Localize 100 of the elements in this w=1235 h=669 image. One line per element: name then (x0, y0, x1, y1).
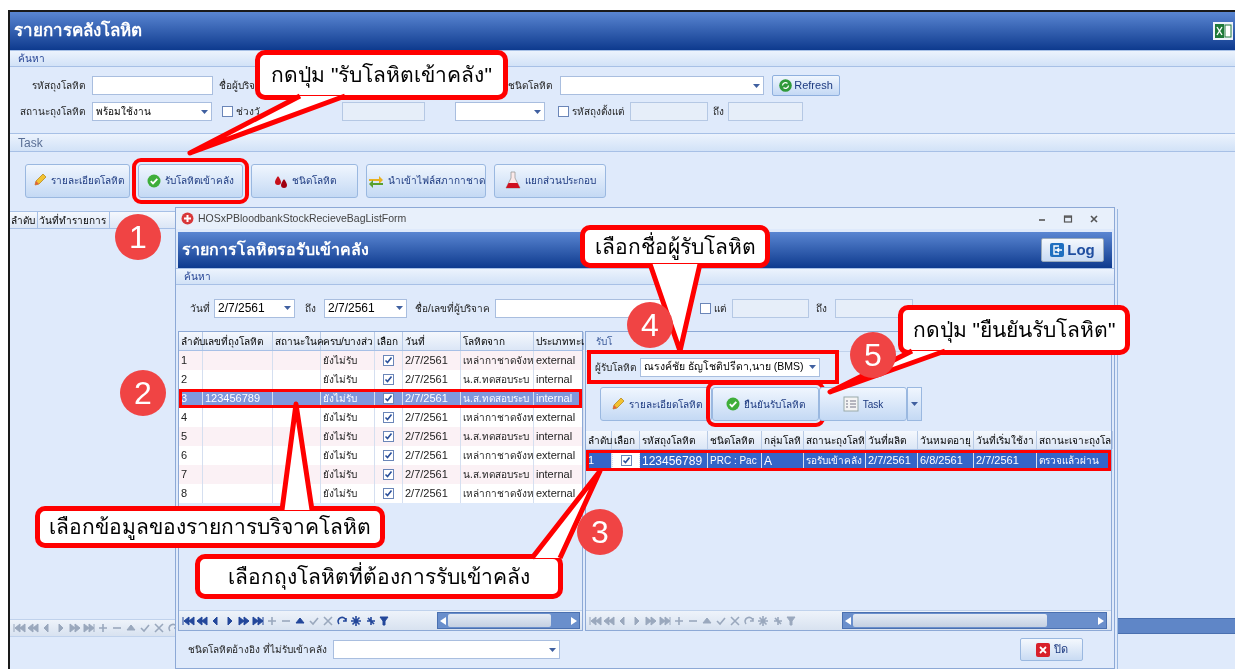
dropdown-field[interactable] (560, 76, 764, 95)
column-header[interactable]: ชนิดโลหิต (708, 431, 762, 449)
checkbox[interactable] (383, 393, 394, 404)
maximize-icon[interactable] (1063, 213, 1073, 224)
dropdown-field[interactable]: 2/7/2561 (214, 298, 295, 318)
left-arrow-icon (440, 616, 446, 625)
table-cell: 123456789 (640, 450, 708, 471)
checkbox[interactable] (383, 488, 394, 499)
column-header[interactable]: สถานะเจาะถุงโล (1037, 431, 1113, 449)
table-row[interactable]: 7 ยังไม่รับ 2/7/2561 น.ส.ทดสอบระบ internal (179, 465, 582, 484)
text-field[interactable] (342, 102, 425, 121)
checkbox[interactable] (383, 450, 394, 461)
text-field[interactable] (834, 298, 913, 318)
dialog-title: รายการโลหิตรอรับเข้าคลัง (182, 239, 369, 260)
swap-arrows-icon (367, 173, 384, 188)
checkbox[interactable] (383, 469, 394, 480)
table-cell: 8 (179, 484, 203, 503)
column-header[interactable]: เลือก (612, 431, 640, 449)
table-cell: 6/8/2561 (918, 450, 974, 471)
dropdown-field[interactable]: 2/7/2561 (324, 298, 407, 318)
column-header[interactable]: วันที่ทำรายการ (38, 212, 110, 228)
caret-icon (284, 306, 291, 310)
checkbox[interactable] (383, 355, 394, 366)
column-header[interactable]: สถานะในค (273, 332, 321, 350)
field-label: ช่วงวั (236, 105, 260, 119)
text-field[interactable] (630, 102, 708, 121)
field-label: แต่ (713, 301, 726, 316)
column-header[interactable]: วันที่ (403, 332, 461, 350)
scrollbar-thumb[interactable] (448, 614, 551, 627)
pencil-icon (31, 173, 47, 188)
table-row[interactable]: 5 ยังไม่รับ 2/7/2561 น.ส.ทดสอบระบ internal (179, 427, 582, 446)
checkbox[interactable] (222, 106, 233, 117)
table-cell: PRC : Pac (708, 450, 762, 471)
dropdown-field[interactable]: ณรงค์ชัย ธัญโชติปรีดา,นาย (BMS) (640, 357, 820, 377)
field-label: ผู้รับโลหิต (595, 360, 636, 375)
caret-icon (753, 83, 760, 88)
dropdown-field[interactable] (455, 102, 545, 121)
app-icon (181, 212, 194, 225)
check-circle-icon (726, 397, 740, 411)
field-label: วันที่ (190, 300, 210, 316)
action-button[interactable]: รายละเอียดโลหิต (600, 387, 712, 421)
close-button[interactable]: ปิด (1020, 638, 1083, 661)
task-button[interactable]: ชนิดโลหิต (251, 163, 358, 198)
right-arrow-icon (1098, 616, 1104, 625)
table-row[interactable]: 2 ยังไม่รับ 2/7/2561 น.ส.ทดสอบระบ internal (179, 370, 582, 389)
action-button[interactable]: Task (819, 387, 907, 421)
dropdown-button[interactable] (907, 387, 922, 421)
close-icon[interactable] (1089, 213, 1099, 224)
refresh-icon (779, 79, 793, 92)
checkbox[interactable] (383, 412, 394, 423)
column-header[interactable]: เลือก (375, 332, 403, 350)
column-header[interactable]: ประเภททะเ (534, 332, 584, 350)
column-header[interactable]: ลำดับ (586, 431, 612, 449)
refresh-button[interactable]: Refresh (772, 75, 840, 96)
text-field[interactable] (731, 298, 809, 318)
checkbox[interactable] (699, 302, 711, 314)
table-row[interactable]: 1 123456789 PRC : Pac A รอรับเข้าคลัง 2/7/2561 6/8/2561 2/7/2561 ตรวจแล้วผ่าน (586, 450, 1111, 471)
task-button[interactable]: รายละเอียดโลหิต (25, 163, 130, 198)
column-header[interactable]: วันที่เริ่มใช้งา (974, 431, 1037, 449)
section-title: ค้นหา (184, 270, 211, 284)
table-cell: รอรับเข้าคลัง (804, 450, 866, 471)
caret-icon (911, 402, 918, 406)
excel-icon[interactable] (1213, 22, 1233, 40)
field-label: ชื่อ/เลขที่ผู้บริจาค (415, 300, 490, 316)
column-header[interactable]: วันหมดอายุ (918, 431, 974, 449)
checkbox[interactable] (383, 431, 394, 442)
column-header[interactable]: เลขที่ถุงโลหิต (203, 332, 273, 350)
right-arrow-icon (571, 616, 577, 625)
checkbox[interactable] (558, 106, 569, 117)
table-cell: 2/7/2561 (866, 450, 918, 471)
text-field[interactable] (728, 102, 803, 121)
scrollbar-thumb[interactable] (853, 614, 1048, 627)
callout-note: เลือกชื่อผู้รับโลหิต (580, 225, 770, 268)
section-title: ค้นหา (18, 52, 45, 66)
column-header[interactable]: ลำดับ (10, 212, 38, 228)
column-header[interactable]: รหัสถุงโลหิต (640, 431, 708, 449)
exit-icon (1050, 243, 1065, 257)
log-button[interactable]: Log (1041, 238, 1104, 262)
text-field[interactable] (92, 76, 213, 95)
dropdown-field[interactable]: พร้อมใช้งาน (92, 102, 212, 121)
field-label: รหัสถุงโลหิต (31, 79, 85, 93)
column-header[interactable]: โลหิตจาก (461, 332, 534, 350)
task-button[interactable]: นำเข้าไฟล์สภากาชาด (366, 163, 486, 198)
horizontal-scrollbar[interactable] (1118, 618, 1235, 634)
task-button[interactable]: แยกส่วนประกอบ (494, 163, 606, 198)
section-title: Task (18, 134, 43, 152)
table-row[interactable]: 1 ยังไม่รับ 2/7/2561 เหล่ากาชาดจังห external (179, 351, 582, 370)
window-title: HOSxPBloodbankStockRecieveBagListForm (198, 210, 407, 226)
flask-icon (504, 170, 521, 191)
horizontal-scrollbar[interactable] (437, 612, 580, 629)
checkbox[interactable] (383, 374, 394, 385)
table-cell: A (762, 450, 804, 471)
column-header[interactable]: วันที่ผลิต (866, 431, 918, 449)
column-header[interactable]: สถานะถุงโลหิ (804, 431, 866, 449)
horizontal-scrollbar[interactable] (842, 612, 1107, 629)
column-header[interactable]: กลุ่มโลหิ (762, 431, 804, 449)
dropdown-field[interactable] (332, 640, 560, 659)
caret-icon (396, 306, 403, 310)
list-icon (842, 396, 859, 412)
checkbox[interactable] (620, 455, 632, 466)
